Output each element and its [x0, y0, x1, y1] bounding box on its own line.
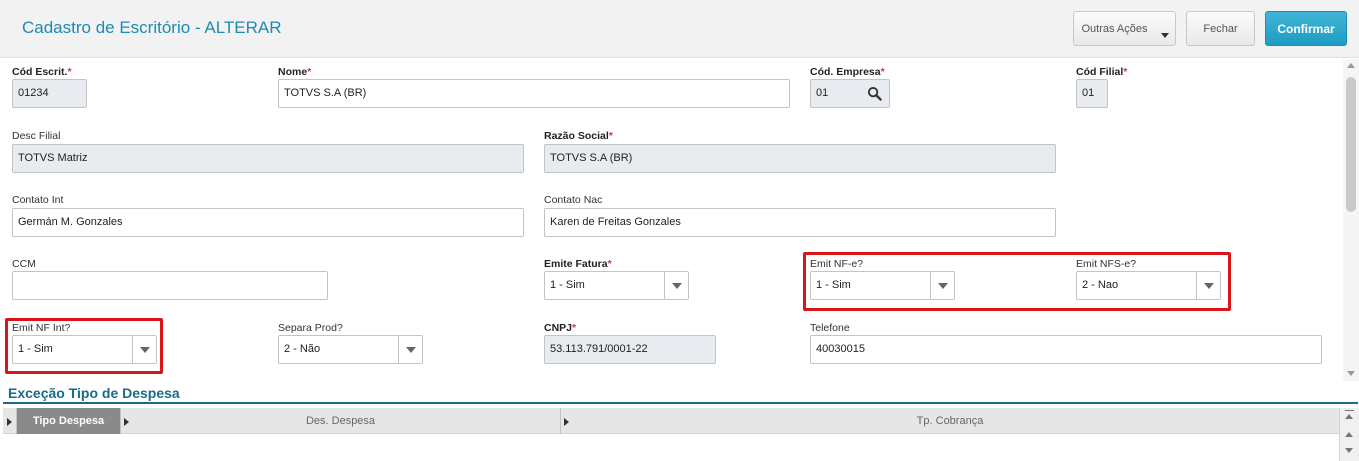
search-icon[interactable]: [867, 86, 882, 101]
emit-nfse-select[interactable]: 2 - Nao: [1076, 271, 1221, 300]
desc-filial-label: Desc Filial: [12, 130, 61, 142]
cod-filial-label: Cód Filial*: [1076, 66, 1128, 78]
contato-int-label: Contato Int: [12, 194, 64, 206]
emit-nfe-value: 1 - Sim: [816, 279, 851, 291]
scroll-top-icon[interactable]: [1345, 414, 1353, 419]
cod-empresa-label: Cód. Empresa*: [810, 66, 885, 78]
emite-fatura-label: Emite Fatura*: [544, 258, 612, 270]
desc-filial-field[interactable]: TOTVS Matriz: [12, 144, 524, 173]
page-header: Cadastro de Escritório - ALTERAR Outras …: [0, 0, 1359, 58]
form-area: Cód Escrit.* 01234 Nome* TOTVS S.A (BR) …: [0, 59, 1343, 379]
scroll-top-icon[interactable]: [1345, 410, 1354, 411]
fechar-button[interactable]: Fechar: [1186, 11, 1255, 46]
cnpj-label: CNPJ*: [544, 322, 577, 334]
scroll-up-icon[interactable]: [1347, 63, 1355, 68]
dropdown-arrow-icon[interactable]: [930, 272, 954, 299]
ccm-label: CCM: [12, 258, 36, 270]
cod-empresa-field[interactable]: 01: [810, 79, 890, 108]
emit-nfse-value: 2 - Nao: [1082, 279, 1119, 291]
column-expander[interactable]: [3, 408, 17, 434]
contato-int-field[interactable]: Germán M. Gonzales: [12, 208, 524, 237]
caret-right-icon: [564, 418, 569, 426]
cod-filial-field[interactable]: 01: [1076, 79, 1108, 108]
column-header-des-despesa-label: Des. Despesa: [305, 415, 376, 427]
emit-nfe-select[interactable]: 1 - Sim: [810, 271, 955, 300]
grid-scrollbar[interactable]: [1339, 408, 1359, 461]
grid-header: Tipo Despesa Des. Despesa Tp. Cobrança: [3, 408, 1339, 434]
section-divider: [3, 402, 1358, 404]
column-header-tp-cobranca[interactable]: Tp. Cobrança: [561, 408, 1339, 434]
section-title: Exceção Tipo de Despesa: [8, 385, 180, 401]
column-header-tipo-despesa[interactable]: Tipo Despesa: [17, 408, 121, 434]
telefone-field[interactable]: 40030015: [810, 335, 1322, 364]
emit-nf-int-value: 1 - Sim: [18, 343, 53, 355]
column-header-tp-cobranca-label: Tp. Cobrança: [916, 415, 984, 427]
emit-nf-int-label: Emit NF Int?: [12, 322, 71, 334]
nome-label: Nome*: [278, 66, 312, 78]
dropdown-arrow-icon[interactable]: [132, 336, 156, 363]
scroll-up-icon[interactable]: [1345, 432, 1353, 437]
caret-right-icon: [124, 418, 129, 426]
scroll-down-icon[interactable]: [1347, 371, 1355, 376]
cod-escrit-field[interactable]: 01234: [12, 79, 87, 108]
separa-prod-value: 2 - Não: [284, 343, 321, 355]
dropdown-arrow-icon[interactable]: [1196, 272, 1220, 299]
confirmar-button[interactable]: Confirmar: [1265, 11, 1347, 46]
scroll-down-icon[interactable]: [1345, 448, 1353, 453]
outras-acoes-label: Outras Ações: [1081, 22, 1148, 35]
emit-nf-int-select[interactable]: 1 - Sim: [12, 335, 157, 364]
form-scrollbar[interactable]: [1343, 59, 1359, 381]
razao-social-label: Razão Social*: [544, 130, 613, 142]
separa-prod-select[interactable]: 2 - Não: [278, 335, 423, 364]
emite-fatura-value: 1 - Sim: [550, 279, 585, 291]
scroll-thumb[interactable]: [1346, 77, 1356, 212]
page-title: Cadastro de Escritório - ALTERAR: [22, 18, 282, 37]
emite-fatura-select[interactable]: 1 - Sim: [544, 271, 689, 300]
cnpj-field[interactable]: 53.113.791/0001-22: [544, 335, 716, 364]
telefone-label: Telefone: [810, 322, 850, 334]
grid-body[interactable]: [3, 434, 1339, 461]
cod-escrit-label: Cód Escrit.*: [12, 66, 72, 78]
razao-social-field[interactable]: TOTVS S.A (BR): [544, 144, 1056, 173]
separa-prod-label: Separa Prod?: [278, 322, 343, 334]
chevron-down-icon: [1161, 33, 1169, 38]
outras-acoes-button[interactable]: Outras Ações: [1073, 11, 1176, 46]
dropdown-arrow-icon[interactable]: [398, 336, 422, 363]
ccm-field[interactable]: [12, 271, 328, 300]
contato-nac-field[interactable]: Karen de Freitas Gonzales: [544, 208, 1056, 237]
nome-field[interactable]: TOTVS S.A (BR): [278, 79, 790, 108]
emit-nfse-label: Emit NFS-e?: [1076, 258, 1137, 270]
contato-nac-label: Contato Nac: [544, 194, 603, 206]
cod-empresa-value: 01: [816, 87, 829, 99]
emit-nfe-label: Emit NF-e?: [810, 258, 864, 270]
column-header-des-despesa[interactable]: Des. Despesa: [121, 408, 561, 434]
caret-right-icon: [7, 418, 12, 426]
dropdown-arrow-icon[interactable]: [664, 272, 688, 299]
